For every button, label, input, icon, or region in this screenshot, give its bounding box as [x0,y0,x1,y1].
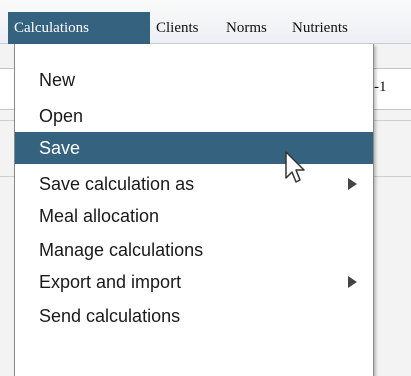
menu-item-new[interactable]: New [15,64,373,96]
menu-nutrients[interactable]: Nutrients [286,12,411,44]
menu-item-meal-allocation[interactable]: Meal allocation [15,200,373,232]
menu-item-label: New [39,70,76,90]
triangle-right-icon [348,178,357,190]
menu-item-send-calculations[interactable]: Send calculations [15,300,373,332]
menu-item-label: Save [39,138,81,158]
menu-clients[interactable]: Clients [150,12,220,44]
menu-item-label: Export and import [39,272,182,292]
calculations-dropdown: New Open Save Save calculation as Meal a… [14,44,374,376]
menu-norms[interactable]: Norms [220,12,286,44]
menu-item-label: Save calculation as [39,174,195,194]
menu-item-label: Send calculations [39,306,181,326]
menu-item-manage-calculations[interactable]: Manage calculations [15,234,373,266]
menu-bar: Calculations Clients Norms Nutrients [0,0,411,44]
menu-item-label: Meal allocation [39,206,160,226]
menu-item-export-and-import[interactable]: Export and import [15,266,373,298]
menu-item-save-calculation-as[interactable]: Save calculation as [15,168,373,200]
background-field-value: -1 [374,79,387,95]
mouse-pointer-icon [285,151,305,183]
menu-item-save[interactable]: Save [15,132,373,164]
menu-item-label: Open [39,106,84,126]
menu-calculations[interactable]: Calculations [8,12,150,44]
triangle-right-icon [348,276,357,288]
menu-item-open[interactable]: Open [15,100,373,132]
menu-item-label: Manage calculations [39,240,204,260]
